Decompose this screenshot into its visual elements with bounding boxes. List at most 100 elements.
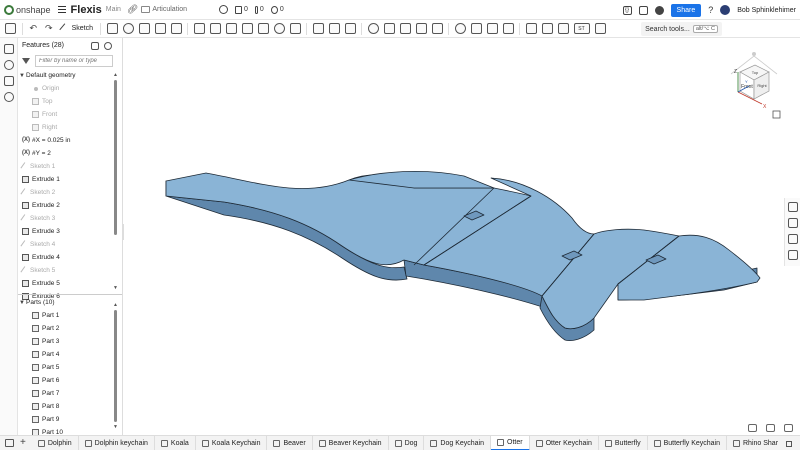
feature-item[interactable]: Right — [18, 121, 118, 134]
menu-icon[interactable] — [57, 6, 66, 13]
loft-icon[interactable] — [154, 23, 166, 34]
appearance-icon[interactable] — [4, 92, 14, 102]
feature-item[interactable]: (X) #Y = 2 — [18, 147, 118, 160]
add-tab-icon[interactable]: + — [20, 438, 26, 448]
measure-icon[interactable] — [525, 23, 537, 34]
sweep-icon[interactable] — [138, 23, 150, 34]
feature-item[interactable]: Sketch 5 — [18, 264, 118, 277]
render-mode-icon[interactable] — [784, 424, 793, 432]
comments-icon[interactable] — [4, 60, 14, 70]
avatar[interactable] — [720, 5, 731, 15]
tab-manager-icon[interactable] — [5, 439, 14, 447]
help-icon[interactable]: ? — [708, 5, 713, 15]
tab-dolphin-keychain[interactable]: Dolphin keychain — [79, 436, 155, 450]
scroll-up-icon[interactable]: ▲ — [113, 302, 118, 308]
draft-icon[interactable] — [225, 23, 237, 34]
sketch-button[interactable]: Sketch — [58, 22, 93, 35]
linear-pattern-icon[interactable] — [289, 23, 301, 34]
part-item[interactable]: Part 7 — [18, 387, 118, 400]
versions-stat[interactable]: 0 — [235, 5, 248, 14]
part-item[interactable]: Part 6 — [18, 374, 118, 387]
onshape-logo[interactable]: onshape — [4, 4, 51, 15]
chamfer-icon[interactable] — [209, 23, 221, 34]
tab-otter-keychain[interactable]: Otter Keychain — [530, 436, 599, 450]
tab-otter[interactable]: Otter — [491, 436, 530, 450]
default-geometry-row[interactable]: ▼ Default geometry — [18, 69, 118, 82]
likes-stat[interactable]: 0 — [270, 5, 284, 14]
view-cube-rotate-handle[interactable] — [751, 52, 756, 57]
filter-input[interactable] — [35, 55, 113, 67]
part-item[interactable]: Part 9 — [18, 413, 118, 426]
tab-dog[interactable]: Dog — [389, 436, 425, 450]
feature-item[interactable]: Sketch 1 — [18, 160, 118, 173]
history-icon[interactable] — [638, 5, 648, 15]
tab-beaver[interactable]: Beaver — [267, 436, 313, 450]
boolean-icon[interactable] — [312, 23, 324, 34]
part-item[interactable]: Part 3 — [18, 335, 118, 348]
hole-icon[interactable] — [273, 23, 285, 34]
chevron-down-icon[interactable]: ▼ — [18, 73, 26, 79]
tab-butterfly[interactable]: Butterfly — [599, 436, 648, 450]
sheet-metal-icon[interactable] — [470, 23, 482, 34]
rib-icon[interactable] — [257, 23, 269, 34]
move-face-icon[interactable] — [415, 23, 427, 34]
tab-beaver-keychain[interactable]: Beaver Keychain — [313, 436, 389, 450]
standard-content-icon[interactable]: ST — [573, 23, 590, 34]
branch-name[interactable]: Main — [106, 6, 121, 13]
part-item[interactable]: Part 4 — [18, 348, 118, 361]
chevron-down-icon[interactable]: ▼ — [18, 300, 26, 306]
part-item[interactable]: Part 2 — [18, 322, 118, 335]
undo-icon[interactable]: ↶ — [30, 23, 38, 34]
share-button[interactable]: Share — [670, 3, 702, 17]
section-view-icon[interactable] — [541, 23, 553, 34]
feature-item[interactable]: Front — [18, 108, 118, 121]
code-icon[interactable]: {} — [622, 5, 632, 15]
search-tools[interactable]: Search tools... alt/⌥ C — [641, 22, 722, 36]
variables-panel-icon[interactable] — [788, 250, 798, 260]
folder-name[interactable]: Articulation — [152, 6, 187, 13]
tab-koala[interactable]: Koala — [155, 436, 196, 450]
configuration-panel-icon[interactable] — [788, 234, 798, 244]
scroll-down-icon[interactable]: ▼ — [113, 285, 118, 291]
view-cube[interactable]: Top Front Right Z X Y — [725, 50, 783, 120]
custom-features-icon[interactable] — [594, 23, 606, 34]
feature-item[interactable]: Sketch 3 — [18, 212, 118, 225]
parts-header-row[interactable]: ▼ Parts (10) — [18, 296, 118, 309]
feature-item[interactable]: Extrude 3 — [18, 225, 118, 238]
tab-dog-keychain[interactable]: Dog Keychain — [424, 436, 492, 450]
tab-scroll-icon[interactable] — [786, 440, 792, 447]
shell-icon[interactable] — [241, 23, 253, 34]
configurations-icon[interactable] — [4, 76, 14, 86]
revolve-icon[interactable] — [122, 23, 134, 34]
feature-item[interactable]: Extrude 2 — [18, 199, 118, 212]
print-icon[interactable] — [748, 424, 757, 432]
link-icon[interactable]: 🔗︎ — [127, 4, 138, 15]
user-name[interactable]: Bob Sphinklehimer — [737, 7, 796, 14]
feature-item[interactable]: Extrude 4 — [18, 251, 118, 264]
scroll-down-icon[interactable]: ▼ — [113, 424, 118, 430]
feature-item[interactable]: Extrude 1 — [18, 173, 118, 186]
part-item[interactable]: Part 10 — [18, 426, 118, 435]
feature-item[interactable]: (X) #X = 0.025 in — [18, 134, 118, 147]
feature-item[interactable]: Extrude 5 — [18, 277, 118, 290]
mass-properties-icon[interactable] — [788, 218, 798, 228]
graphics-viewport[interactable] — [124, 38, 784, 435]
globe-icon[interactable] — [219, 5, 228, 14]
variable-icon[interactable] — [502, 23, 514, 34]
scroll-up-icon[interactable]: ▲ — [113, 72, 118, 78]
replace-face-icon[interactable] — [431, 23, 443, 34]
tab-koala-keychain[interactable]: Koala Keychain — [196, 436, 268, 450]
filter-icon[interactable] — [22, 58, 30, 64]
feature-item[interactable]: Origin — [18, 82, 118, 95]
feature-item[interactable]: Sketch 4 — [18, 238, 118, 251]
frame-icon[interactable] — [486, 23, 498, 34]
tab-butterfly-keychain[interactable]: Butterfly Keychain — [648, 436, 727, 450]
view-options-icon[interactable] — [772, 110, 781, 119]
extrude-icon[interactable] — [106, 23, 118, 34]
panel-divider[interactable] — [18, 294, 122, 295]
feature-list-scrollbar[interactable] — [114, 80, 117, 235]
feature-tree-icon[interactable] — [4, 44, 14, 54]
feature-item[interactable]: Sketch 2 — [18, 186, 118, 199]
feature-list-toggle-icon[interactable] — [5, 23, 16, 34]
document-title[interactable]: Flexis — [71, 4, 102, 16]
